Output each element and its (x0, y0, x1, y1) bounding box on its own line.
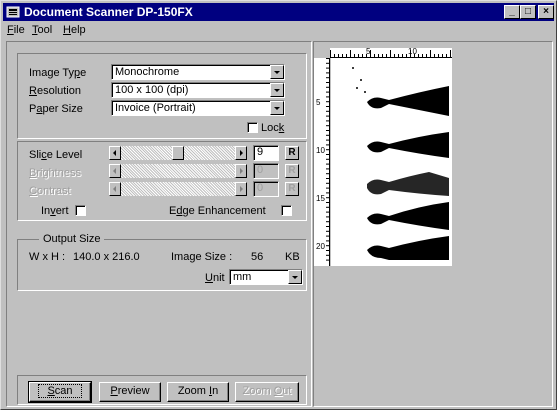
brightness-reset-button[interactable]: R (285, 164, 299, 178)
ruler-label-10: 10 (408, 47, 417, 56)
slider-track[interactable] (121, 182, 235, 196)
slice-level-reset-button[interactable]: R (285, 146, 299, 160)
wxh-label: W x H : (29, 251, 66, 263)
lock-checkbox[interactable] (247, 122, 258, 133)
contrast-label: Contrast (29, 185, 71, 197)
resolution-select[interactable]: 100 x 100 (dpi) (111, 82, 285, 98)
invert-checkbox[interactable] (75, 205, 86, 216)
contrast-slider[interactable] (109, 182, 247, 196)
ruler-label-v20: 20 (316, 242, 325, 251)
invert-label: Invert (41, 205, 69, 217)
ruler-ticks-h (330, 50, 451, 58)
lock-label: Lock (261, 122, 285, 134)
vertical-ruler: 5 10 15 20 (314, 58, 330, 266)
resolution-label: Resolution (29, 85, 81, 97)
ruler-ticks-v (326, 58, 330, 261)
preview-button[interactable]: Preview (99, 382, 161, 402)
wxh-value: 140.0 x 216.0 (73, 251, 140, 263)
scan-button[interactable]: Scan (28, 381, 92, 403)
edge-enhancement-checkbox[interactable] (281, 205, 292, 216)
edge-enhancement-label: Edge Enhancement (169, 205, 266, 217)
brightness-slider[interactable] (109, 164, 247, 178)
scanned-image-preview (331, 58, 452, 266)
slider-right-arrow-icon[interactable] (235, 164, 247, 178)
zoom-out-button[interactable]: Zoom Out (235, 382, 299, 402)
minimize-icon: _ (509, 6, 515, 17)
menu-file[interactable]: File (7, 24, 25, 36)
contrast-reset-button[interactable]: R (285, 182, 299, 196)
slice-level-label: Slice Level (29, 149, 83, 161)
menu-tool[interactable]: Tool (32, 24, 52, 36)
scanner-window: Document Scanner DP-150FX _ □ × File Too… (0, 0, 557, 410)
slider-left-arrow-icon[interactable] (109, 182, 121, 196)
slider-left-arrow-icon[interactable] (109, 164, 121, 178)
chevron-down-icon[interactable] (270, 101, 284, 115)
menu-help[interactable]: Help (63, 24, 86, 36)
unit-select[interactable]: mm (229, 269, 303, 285)
chevron-down-icon[interactable] (270, 83, 284, 97)
maximize-button[interactable]: □ (520, 5, 536, 19)
maximize-icon: □ (524, 6, 532, 17)
slice-level-value[interactable]: 9 (253, 145, 279, 161)
unit-label: Unit (205, 272, 225, 284)
chevron-down-icon[interactable] (270, 65, 284, 79)
menu-bar: File Tool Help (3, 22, 554, 40)
slider-track[interactable] (121, 164, 235, 178)
paper-size-select[interactable]: Invoice (Portrait) (111, 100, 285, 116)
output-size-title: Output Size (39, 233, 105, 245)
horizontal-ruler: 5 10 (330, 47, 452, 58)
scanned-bottles-image (331, 58, 452, 266)
image-type-select[interactable]: Monochrome (111, 64, 285, 80)
close-icon: × (543, 6, 549, 17)
contrast-value[interactable]: 0 (253, 181, 279, 197)
slider-right-arrow-icon[interactable] (235, 146, 247, 160)
scanner-app-icon[interactable] (6, 5, 20, 19)
paper-size-label: Paper Size (29, 103, 83, 115)
window-title: Document Scanner DP-150FX (24, 5, 193, 19)
minimize-button[interactable]: _ (504, 5, 520, 19)
brightness-value[interactable]: 0 (253, 163, 279, 179)
slider-right-arrow-icon[interactable] (235, 182, 247, 196)
image-type-label: Image Type (29, 67, 87, 79)
image-size-label: Image Size : (171, 251, 233, 263)
ruler-label-v10: 10 (316, 146, 325, 155)
slider-thumb[interactable] (172, 146, 184, 160)
title-bar[interactable]: Document Scanner DP-150FX _ □ × (3, 3, 554, 21)
image-size-value: 56 (251, 251, 264, 263)
slice-level-slider[interactable] (109, 146, 247, 160)
close-button[interactable]: × (538, 5, 554, 19)
ruler-label-5: 5 (366, 47, 371, 56)
image-size-unit: KB (285, 251, 300, 263)
chevron-down-icon[interactable] (288, 270, 302, 284)
slider-left-arrow-icon[interactable] (109, 146, 121, 160)
ruler-label-v5: 5 (316, 98, 321, 107)
brightness-label: Brightness (29, 167, 81, 179)
ruler-label-v15: 15 (316, 194, 325, 203)
zoom-in-button[interactable]: Zoom In (167, 382, 229, 402)
